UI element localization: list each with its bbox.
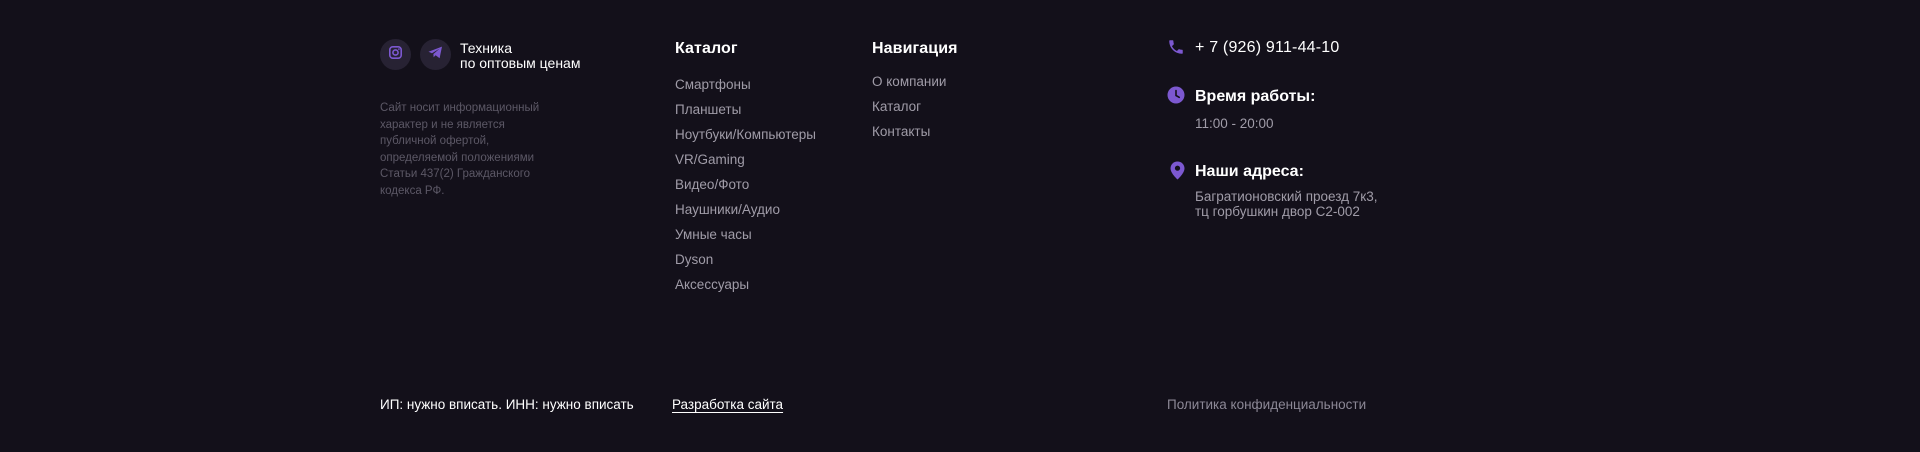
catalog-item-smartphones[interactable]: Смартфоны	[675, 76, 816, 101]
tagline-line1: Техника	[460, 40, 513, 56]
catalog-item-laptops[interactable]: Ноутбуки/Компьютеры	[675, 126, 816, 151]
address-value: Багратионовский проезд 7к3, тц горбушкин…	[1195, 189, 1377, 219]
instagram-icon	[389, 45, 402, 64]
address-title: Наши адреса:	[1195, 163, 1304, 180]
catalog-item-tablets[interactable]: Планшеты	[675, 101, 816, 126]
catalog-item-accessories[interactable]: Аксессуары	[675, 276, 816, 301]
telegram-button[interactable]	[420, 39, 451, 70]
hours-value: 11:00 - 20:00	[1195, 116, 1274, 131]
brand-tagline: Техника по оптовым ценам	[460, 41, 580, 71]
address-line1: Багратионовский проезд 7к3,	[1195, 189, 1378, 204]
address-line2: тц горбушкин двор С2-002	[1195, 204, 1360, 219]
catalog-item-vr-gaming[interactable]: VR/Gaming	[675, 151, 816, 176]
hours-title: Время работы:	[1195, 88, 1316, 105]
catalog-item-smartwatches[interactable]: Умные часы	[675, 226, 816, 251]
legal-info: ИП: нужно вписать. ИНН: нужно вписать	[380, 397, 634, 412]
nav-item-catalog[interactable]: Каталог	[872, 98, 946, 123]
instagram-button[interactable]	[380, 39, 411, 70]
location-pin-icon	[1168, 161, 1186, 179]
navigation-title: Навигация	[872, 40, 958, 57]
clock-icon	[1167, 86, 1185, 104]
phone-number[interactable]: + 7 (926) 911-44-10	[1195, 39, 1340, 57]
catalog-title: Каталог	[675, 40, 738, 57]
nav-item-contacts[interactable]: Контакты	[872, 123, 946, 148]
tagline-line2: по оптовым ценам	[460, 55, 581, 71]
nav-item-about[interactable]: О компании	[872, 73, 946, 98]
catalog-item-dyson[interactable]: Dyson	[675, 251, 816, 276]
disclaimer-text: Сайт носит информационный характер и не …	[380, 102, 540, 197]
catalog-list: Смартфоны Планшеты Ноутбуки/Компьютеры V…	[675, 76, 816, 301]
navigation-list: О компании Каталог Контакты	[872, 73, 946, 148]
site-development-link[interactable]: Разработка сайта	[672, 397, 783, 412]
telegram-icon	[428, 46, 443, 64]
catalog-item-video-photo[interactable]: Видео/Фото	[675, 176, 816, 201]
privacy-policy-link[interactable]: Политика конфиденциальности	[1167, 397, 1366, 412]
phone-icon	[1167, 38, 1185, 56]
catalog-item-headphones[interactable]: Наушники/Аудио	[675, 201, 816, 226]
